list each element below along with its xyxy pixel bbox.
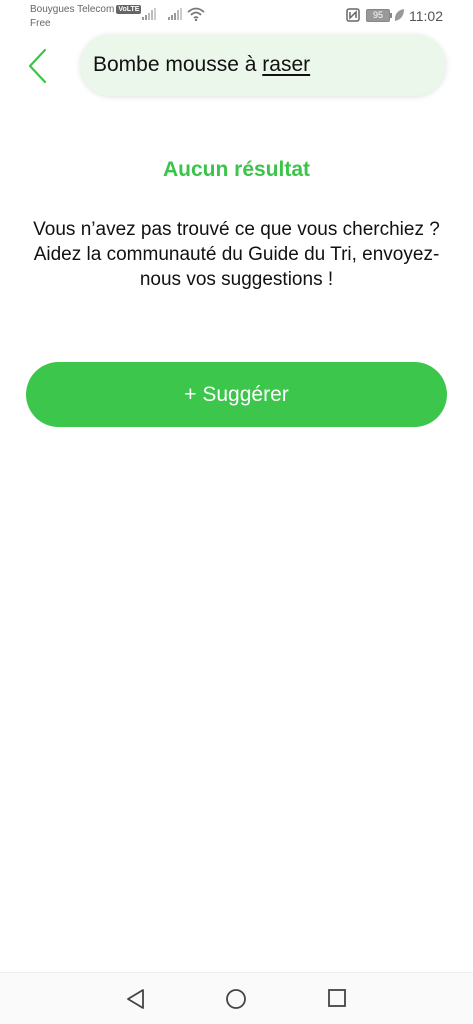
square-recent-icon[interactable]: [327, 988, 347, 1008]
screen: Bouygues Telecom VoLTE Free 95 11:02 Bom…: [0, 0, 473, 1024]
status-bar: Bouygues Telecom VoLTE Free 95 11:02: [0, 0, 473, 32]
empty-state-message: Vous n’avez pas trouvé ce que vous cherc…: [33, 219, 440, 290]
search-query-text: Bombe mousse à raser: [93, 53, 310, 77]
search-query-underlined: raser: [262, 53, 311, 76]
navigation-bar: [0, 972, 473, 1024]
no-result-title: Aucun résultat: [162, 158, 311, 181]
battery-icon: 95: [366, 9, 392, 22]
back-button[interactable]: [22, 46, 52, 86]
wifi-icon: [187, 7, 205, 21]
clock: 11:02: [409, 8, 443, 24]
signal-icon: [168, 8, 182, 20]
power-saving-leaf-icon: [394, 9, 404, 21]
carrier-primary: Bouygues Telecom VoLTE: [30, 4, 142, 15]
volte-badge: VoLTE: [116, 5, 142, 14]
search-query-prefix: Bombe mousse à: [93, 53, 263, 76]
carrier-secondary: Free: [30, 18, 51, 29]
triangle-back-icon[interactable]: [125, 988, 147, 1010]
nfc-icon: [346, 8, 360, 22]
circle-home-icon[interactable]: [225, 988, 247, 1010]
suggest-button[interactable]: + Suggérer: [26, 362, 447, 427]
carrier-primary-label: Bouygues Telecom: [30, 4, 115, 15]
signal-icon: [142, 8, 156, 20]
search-input[interactable]: Bombe mousse à raser: [80, 34, 446, 96]
chevron-left-icon: [28, 48, 47, 84]
